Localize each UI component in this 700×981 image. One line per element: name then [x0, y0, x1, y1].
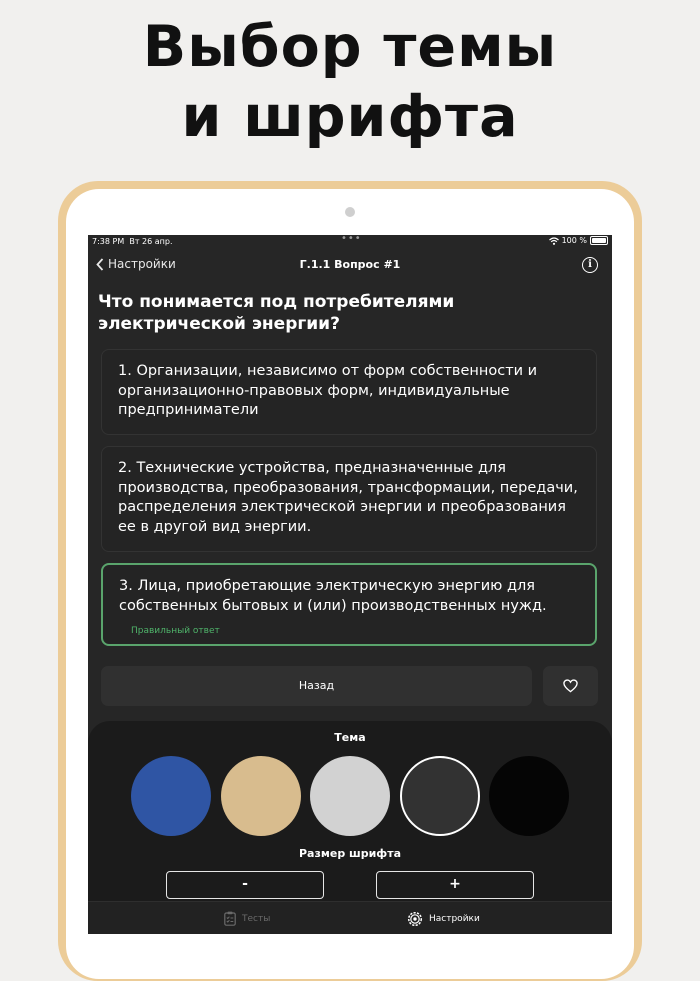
app-screen: 7:38 PM Вт 26 апр. ••• 100 % Настройки Г…: [88, 235, 612, 934]
status-time: 7:38 PM Вт 26 апр.: [92, 237, 173, 246]
tab-bar: Тесты Настройки: [88, 901, 612, 934]
back-button[interactable]: Назад: [101, 666, 532, 706]
theme-swatch-dark-gray[interactable]: [400, 756, 480, 836]
answer-text: 1. Организации, независимо от форм собст…: [118, 363, 538, 418]
question-text: Что понимается под потребителями электри…: [98, 292, 455, 334]
status-indicators: 100 %: [548, 236, 608, 245]
nav-bar: Настройки Г.1.1 Вопрос #1 i: [88, 255, 612, 277]
decrease-font-button[interactable]: -: [166, 871, 324, 899]
correct-answer-label: Правильный ответ: [131, 626, 220, 636]
tab-settings[interactable]: Настройки: [407, 911, 480, 927]
info-icon[interactable]: i: [582, 257, 598, 273]
theme-swatch-black[interactable]: [489, 756, 569, 836]
battery-icon: [590, 236, 608, 245]
answer-option-2[interactable]: 2. Технические устройства, предназначенн…: [101, 446, 597, 552]
theme-swatch-blue[interactable]: [131, 756, 211, 836]
clipboard-icon: [224, 911, 236, 926]
tab-label: Тесты: [242, 913, 271, 924]
answer-option-3[interactable]: 3. Лица, приобретающие электрическую эне…: [101, 563, 597, 646]
favorite-button[interactable]: [543, 666, 598, 706]
headline: Выбор темы и шрифта: [0, 12, 700, 152]
battery-percent: 100 %: [561, 236, 587, 245]
theme-title: Тема: [334, 731, 366, 744]
heart-icon: [563, 679, 578, 693]
theme-swatch-beige[interactable]: [221, 756, 301, 836]
tab-label: Настройки: [429, 914, 480, 924]
increase-font-button[interactable]: +: [376, 871, 534, 899]
answer-text: 2. Технические устройства, предназначенн…: [118, 460, 578, 535]
font-size-title: Размер шрифта: [298, 847, 401, 860]
headline-line-2: и шрифта: [181, 84, 519, 150]
tab-tests[interactable]: Тесты: [224, 911, 270, 926]
multitask-dots[interactable]: •••: [341, 235, 362, 244]
camera-dot: [345, 207, 355, 217]
answer-option-1[interactable]: 1. Организации, независимо от форм собст…: [101, 349, 597, 435]
theme-swatch-light-gray[interactable]: [310, 756, 390, 836]
wifi-icon: [548, 236, 559, 245]
headline-line-1: Выбор темы: [142, 14, 558, 80]
nav-title: Г.1.1 Вопрос #1: [299, 258, 401, 271]
status-bar: 7:38 PM Вт 26 апр. ••• 100 %: [88, 235, 612, 249]
gear-icon: [407, 911, 423, 927]
answer-text: 3. Лица, приобретающие электрическую эне…: [119, 578, 547, 614]
